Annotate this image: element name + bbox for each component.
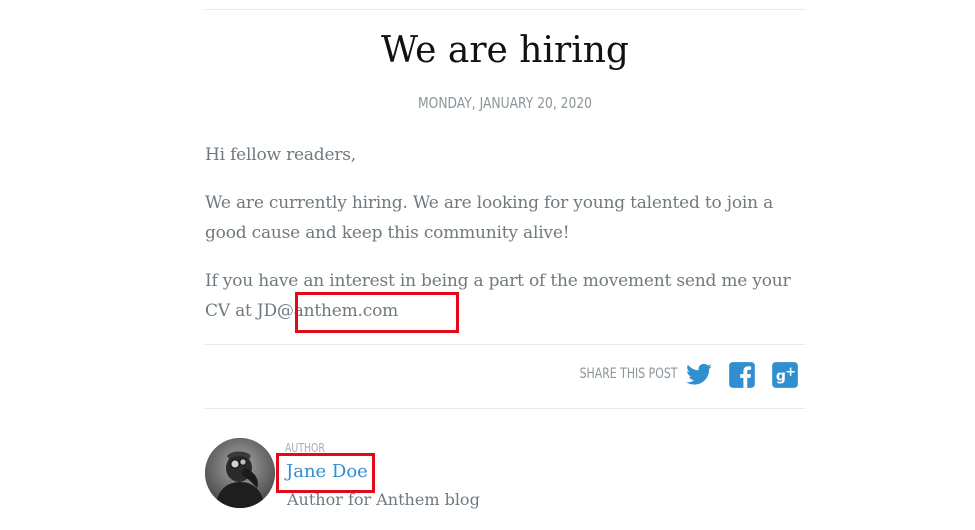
share-divider [205,408,805,409]
svg-text:+: + [785,365,796,380]
google-plus-icon[interactable]: g + [771,361,799,389]
post-date: Monday, January 20, 2020 [418,94,592,112]
author-kicker: Author [285,441,325,455]
top-divider [205,9,805,10]
facebook-icon[interactable] [728,361,756,389]
post-title: We are hiring [381,30,629,71]
share-bar: Share this post g + [205,358,805,392]
author-avatar [205,438,275,508]
author-bio: Author for Anthem blog [287,490,480,509]
twitter-icon[interactable] [685,361,713,389]
blog-post: We are hiring Monday, January 20, 2020 H… [205,0,805,530]
contact-paragraph: If you have an interest in being a part … [205,266,805,326]
hiring-paragraph: We are currently hiring. We are looking … [205,193,774,243]
body-divider [205,344,805,345]
author-card: Author Jane Doe Author for Anthem blog [205,438,805,518]
greeting-paragraph: Hi fellow readers, [205,145,357,165]
share-label: Share this post [579,366,677,382]
plague-doctor-avatar-image [205,438,275,508]
email-link[interactable]: JD@anthem.com [257,301,398,321]
author-name-link[interactable]: Jane Doe [286,461,368,482]
